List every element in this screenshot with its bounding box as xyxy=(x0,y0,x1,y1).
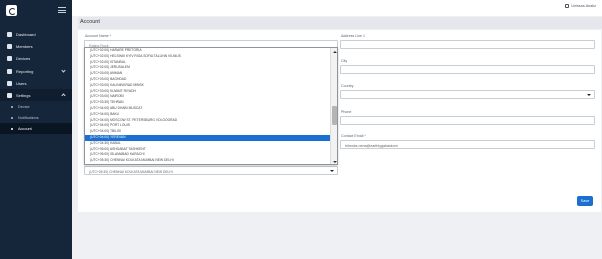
nav-label: Users xyxy=(16,80,27,86)
gear-icon xyxy=(7,92,12,98)
save-button[interactable]: Save xyxy=(577,196,593,206)
subnav-label: Account xyxy=(18,126,32,131)
phone-input[interactable] xyxy=(340,116,595,125)
nav-label: Reporting xyxy=(16,68,34,74)
chevron-down-icon xyxy=(61,68,66,73)
contact-email-input[interactable]: bitmobs.nena@earthlygabaskorn xyxy=(340,140,595,149)
members-icon xyxy=(7,43,12,49)
bullet-icon xyxy=(11,127,13,130)
city-label: City xyxy=(341,59,348,63)
nav-devices[interactable]: Devices xyxy=(0,52,72,64)
chevron-up-icon xyxy=(61,93,66,98)
scroll-thumb[interactable] xyxy=(332,106,337,125)
subnav-device[interactable]: Device xyxy=(0,101,72,112)
timezone-dropdown-list[interactable]: (UTC+02:00) HARARE PRETORIA (UTC+02:00) H… xyxy=(84,47,338,165)
user-icon xyxy=(565,4,570,8)
nav-reporting[interactable]: Reporting xyxy=(0,65,72,77)
subnav-label: Device xyxy=(18,104,30,109)
nav-dashboard[interactable]: Dashboard xyxy=(0,28,72,40)
scroll-down-icon[interactable] xyxy=(332,161,337,163)
timezone-selected-value: (UTC+05:30) CHENNAI KOLKATA MUMBAI NEW D… xyxy=(89,169,173,174)
nav-label: Settings xyxy=(16,92,31,98)
hamburger-menu-icon[interactable] xyxy=(58,7,66,13)
chevron-down-icon xyxy=(587,94,591,96)
devices-icon xyxy=(7,55,12,61)
reporting-icon xyxy=(7,68,12,74)
country-select[interactable] xyxy=(340,90,595,99)
scroll-up-icon[interactable] xyxy=(332,51,337,53)
nav-users[interactable]: Users xyxy=(0,77,72,89)
bullet-icon xyxy=(11,105,13,108)
nav-label: Members xyxy=(16,43,33,49)
contact-email-label: Contact Email * xyxy=(341,134,366,138)
dashboard-icon xyxy=(7,31,12,37)
nav-label: Devices xyxy=(16,55,31,61)
dropdown-scrollbar[interactable] xyxy=(330,48,337,164)
address-input[interactable] xyxy=(340,40,595,49)
timezone-options: (UTC+02:00) HARARE PRETORIA (UTC+02:00) H… xyxy=(85,48,337,164)
nav-members[interactable]: Members xyxy=(0,40,72,52)
users-icon xyxy=(7,80,12,86)
app-logo[interactable] xyxy=(6,5,17,16)
nav-label: Dashboard xyxy=(16,31,36,37)
address-label: Address Line 1 xyxy=(341,34,365,38)
bullet-icon xyxy=(11,116,13,119)
user-name: Unissus Analiz xyxy=(571,4,596,8)
page-title: Account xyxy=(80,19,100,25)
city-input[interactable] xyxy=(340,65,595,74)
top-bar: Unissus Analiz xyxy=(72,0,602,16)
nav-settings[interactable]: Settings xyxy=(0,89,72,101)
country-label: Country xyxy=(341,84,354,88)
subnav-label: Notifications xyxy=(18,115,39,120)
chevron-down-icon xyxy=(330,170,334,172)
timezone-select[interactable]: (UTC+05:30) CHENNAI KOLKATA MUMBAI NEW D… xyxy=(84,166,338,175)
account-name-label: Account Name * xyxy=(85,34,111,38)
page-header xyxy=(78,17,602,29)
subnav-notifications[interactable]: Notifications xyxy=(0,112,72,123)
subnav-account[interactable]: Account xyxy=(0,123,72,134)
user-menu[interactable]: Unissus Analiz xyxy=(565,4,596,8)
timezone-option[interactable]: (UTC+05:30) CHENNAI KOLKATA MUMBAI NEW D… xyxy=(85,158,337,164)
phone-label: Phone xyxy=(341,110,352,114)
sidebar: Dashboard Members Devices Reporting User… xyxy=(0,0,72,259)
